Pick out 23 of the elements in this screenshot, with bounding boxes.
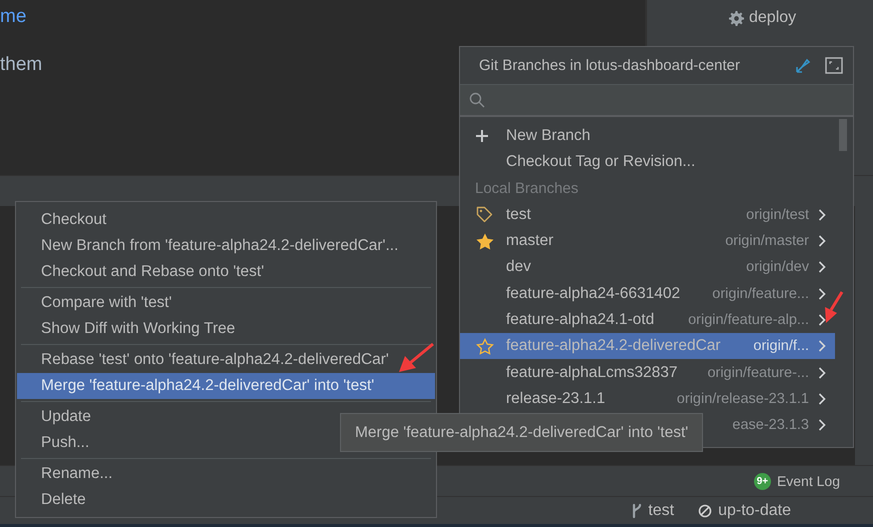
branch-name: master — [506, 232, 554, 250]
remote-branch: origin/feature-alp... — [687, 312, 809, 328]
branch-name: feature-alpha24.2-deliveredCar — [506, 337, 721, 356]
remote-branch: origin/test — [745, 206, 809, 223]
remote-branch: origin/dev — [745, 259, 809, 276]
editor-text: them — [0, 54, 42, 76]
branch-name: dev — [506, 258, 531, 276]
notification-badge: 9+ — [754, 472, 771, 490]
sync-status: up-to-date — [718, 502, 791, 520]
remote-branch: origin/f... — [752, 338, 809, 354]
popup-title: Git Branches in lotus-dashboard-center — [479, 57, 741, 74]
branch-name: feature-alpha24-6631402 — [506, 284, 680, 303]
remote-branch: origin/release-23.1.1 — [676, 390, 809, 407]
branch-name: feature-alpha24.1-otd — [506, 310, 654, 329]
branch-name: feature-alphaLcms32837 — [506, 364, 678, 382]
remote-branch: ease-23.1.3 — [731, 417, 809, 434]
section-header: Local Branches — [474, 179, 580, 200]
branch-name: release-23.1.1 — [506, 390, 606, 408]
remote-branch: origin/master — [724, 233, 809, 250]
tooltip: Merge 'feature-alpha24.2-deliveredCar' into 'test' — [340, 413, 704, 452]
remote-branch: origin/feature-... — [706, 364, 809, 381]
branch-name: test — [506, 206, 531, 224]
remote-branch: origin/feature... — [711, 286, 809, 302]
